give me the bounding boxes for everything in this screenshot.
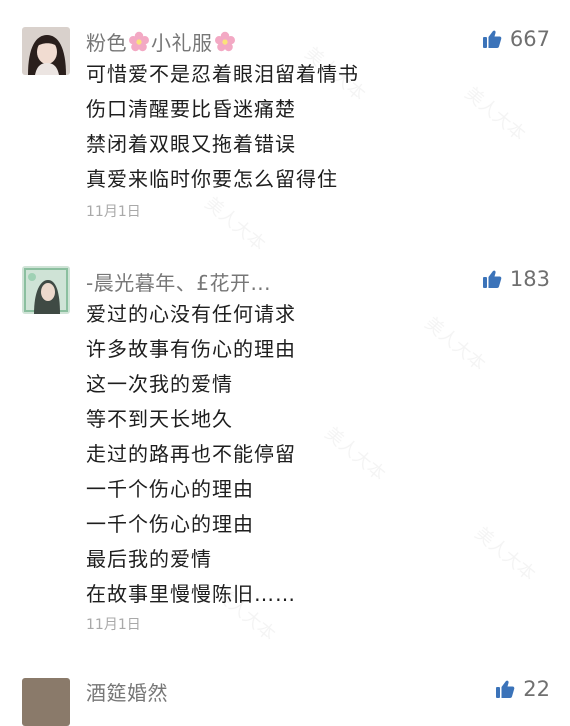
watermark: 美人大本 [420,310,492,376]
comment-line: 一千个伤心的理由 [86,477,254,501]
like-button[interactable]: 183 [482,267,550,291]
like-count: 22 [523,677,550,701]
comment-line: 在故事里慢慢陈旧…… [86,582,296,606]
comment-date: 11月1日 [86,617,141,633]
flower-icon [128,31,150,58]
comment-line: 等不到天长地久 [86,407,233,431]
avatar[interactable] [22,678,70,726]
username-part: 小礼服 [151,31,213,55]
like-button[interactable]: 667 [482,27,550,51]
avatar[interactable] [22,27,70,75]
username[interactable]: 酒筵婚然 [86,677,168,706]
comment-line: 许多故事有伤心的理由 [86,337,296,361]
comment-line: 禁闭着双眼又拖着错误 [86,132,296,156]
flower-icon [214,31,236,58]
comment-line: 走过的路再也不能停留 [86,442,296,466]
comment-line: 最后我的爱情 [86,547,212,571]
username-part: 粉色 [86,31,127,55]
thumbs-up-icon [496,680,515,698]
comment-line: 伤口清醒要比昏迷痛楚 [86,97,296,121]
comment-date: 11月1日 [86,204,141,220]
avatar[interactable] [22,266,70,314]
comment-line: 真爱来临时你要怎么留得住 [86,167,338,191]
comment-text: 爱过的心没有任何请求 许多故事有伤心的理由 这一次我的爱情 等不到天长地久 走过… [86,297,296,612]
watermark: 美人大本 [460,80,532,146]
watermark: 美人大本 [320,420,392,486]
comment-line: 一千个伤心的理由 [86,512,254,536]
like-count: 183 [509,267,550,291]
comment-line: 可惜爱不是忍着眼泪留着情书 [86,62,359,86]
username[interactable]: 粉色 小礼服 [86,27,237,58]
comment-text: 可惜爱不是忍着眼泪留着情书 伤口清醒要比昏迷痛楚 禁闭着双眼又拖着错误 真爱来临… [86,57,359,197]
comment-line: 爱过的心没有任何请求 [86,302,296,326]
like-count: 667 [509,27,550,51]
watermark: 美人大本 [470,520,542,586]
username[interactable]: -晨光暮年、£花开... [86,267,271,296]
like-button[interactable]: 22 [495,677,550,701]
thumbs-up-icon [482,30,502,48]
thumbs-up-icon [482,270,502,288]
comment-line: 这一次我的爱情 [86,372,233,396]
watermark: 美人大本 [200,190,272,256]
